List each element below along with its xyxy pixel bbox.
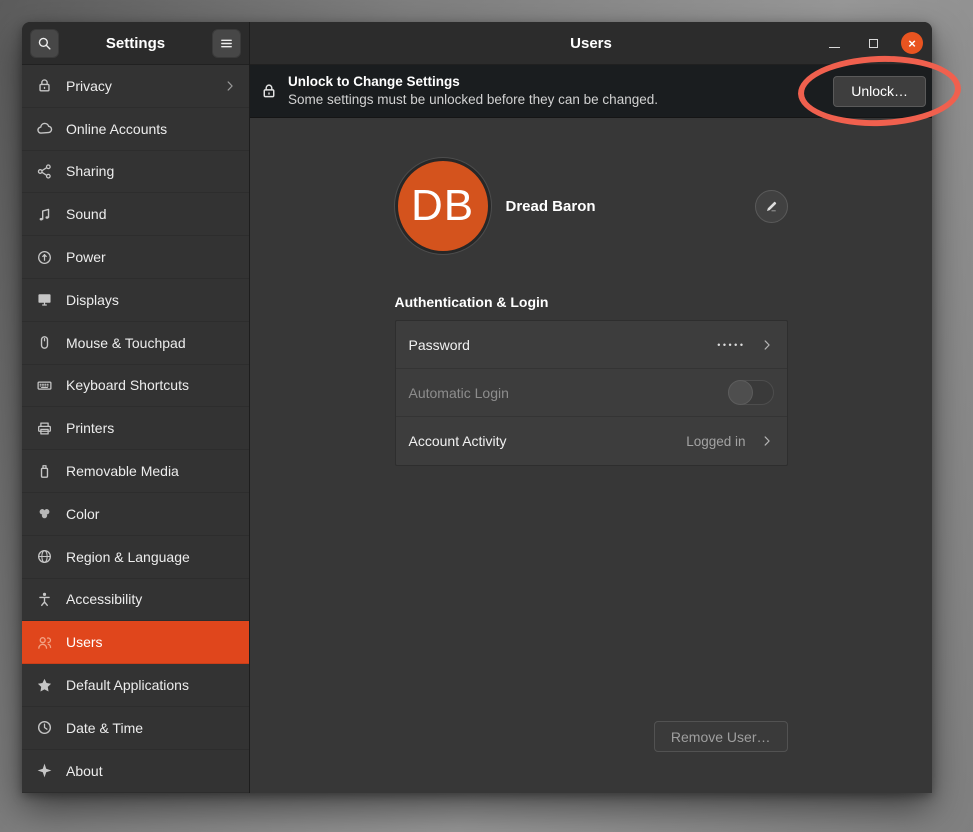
sidebar-item-privacy[interactable]: Privacy: [22, 65, 249, 108]
pencil-icon: [764, 199, 779, 214]
maximize-icon: [869, 39, 878, 48]
automatic-login-toggle[interactable]: [728, 380, 774, 405]
search-button[interactable]: [30, 29, 59, 58]
unlock-banner-subtitle: Some settings must be unlocked before th…: [288, 91, 658, 109]
account-activity-label: Account Activity: [409, 433, 507, 449]
printer-icon: [36, 420, 53, 437]
sidebar-item-online-accounts[interactable]: Online Accounts: [22, 108, 249, 151]
sidebar-item-date-time[interactable]: Date & Time: [22, 707, 249, 750]
sidebar-item-label: Region & Language: [66, 549, 190, 565]
menu-button[interactable]: [212, 29, 241, 58]
account-activity-value: Logged in: [686, 434, 745, 449]
users-content: DB Dread Baron Authentication & Login Pa…: [250, 118, 932, 793]
sidebar-item-power[interactable]: Power: [22, 236, 249, 279]
cloud-icon: [36, 120, 53, 137]
unlock-banner: Unlock to Change Settings Some settings …: [250, 65, 932, 118]
keyboard-icon: [36, 377, 53, 394]
globe-icon: [36, 548, 53, 565]
settings-window: Settings Privacy Online Accounts Sharing So…: [22, 22, 932, 793]
sidebar-item-label: Privacy: [66, 78, 112, 94]
sidebar-item-label: About: [66, 763, 103, 779]
sidebar-item-color[interactable]: Color: [22, 493, 249, 536]
automatic-login-row: Automatic Login: [396, 369, 787, 417]
minimize-button[interactable]: [823, 32, 845, 54]
auth-section-heading: Authentication & Login: [395, 294, 788, 310]
sidebar-item-label: Keyboard Shortcuts: [66, 377, 189, 393]
auth-card: Password ••••• Automatic Login Accou: [395, 320, 788, 466]
sound-icon: [36, 206, 53, 223]
sidebar-item-label: Printers: [66, 420, 114, 436]
sidebar-headerbar: Settings: [22, 22, 249, 65]
main-panel: Users × Unlock to Change Settings Some s…: [250, 22, 932, 793]
sidebar-item-label: Color: [66, 506, 99, 522]
maximize-button[interactable]: [862, 32, 884, 54]
user-name: Dread Baron: [506, 198, 596, 215]
sidebar-item-label: Accessibility: [66, 591, 142, 607]
edit-name-button[interactable]: [755, 190, 788, 223]
search-icon: [37, 36, 52, 51]
lock-icon: [260, 82, 278, 100]
sidebar-item-sharing[interactable]: Sharing: [22, 151, 249, 194]
sidebar-item-displays[interactable]: Displays: [22, 279, 249, 322]
sidebar-item-label: Displays: [66, 292, 119, 308]
unlock-button[interactable]: Unlock…: [833, 76, 926, 107]
password-dots: •••••: [717, 340, 745, 350]
remove-user-button[interactable]: Remove User…: [654, 721, 788, 752]
window-controls: ×: [823, 32, 923, 54]
sidebar-item-users[interactable]: Users: [22, 621, 249, 664]
automatic-login-label: Automatic Login: [409, 385, 509, 401]
star-icon: [36, 677, 53, 694]
sidebar-item-removable-media[interactable]: Removable Media: [22, 450, 249, 493]
sidebar-item-sound[interactable]: Sound: [22, 193, 249, 236]
sidebar-item-label: Power: [66, 249, 106, 265]
power-icon: [36, 249, 53, 266]
password-label: Password: [409, 337, 470, 353]
share-icon: [36, 163, 53, 180]
chevron-right-icon: [223, 79, 237, 93]
accessibility-icon: [36, 591, 53, 608]
sidebar-item-accessibility[interactable]: Accessibility: [22, 579, 249, 622]
unlock-banner-text: Unlock to Change Settings Some settings …: [288, 73, 658, 108]
sidebar-item-default-applications[interactable]: Default Applications: [22, 664, 249, 707]
sidebar-item-about[interactable]: About: [22, 750, 249, 793]
hamburger-menu-icon: [219, 36, 234, 51]
sidebar-item-label: Removable Media: [66, 463, 179, 479]
clock-icon: [36, 719, 53, 736]
toggle-knob: [728, 380, 753, 405]
sidebar-title: Settings: [59, 35, 212, 52]
account-activity-row[interactable]: Account Activity Logged in: [396, 417, 787, 465]
close-button[interactable]: ×: [901, 32, 923, 54]
sidebar-item-label: Users: [66, 634, 103, 650]
sidebar-item-label: Default Applications: [66, 677, 189, 693]
chevron-right-icon: [760, 434, 774, 448]
sidebar-item-label: Mouse & Touchpad: [66, 335, 186, 351]
chevron-right-icon: [760, 338, 774, 352]
sidebar-item-label: Sound: [66, 206, 106, 222]
password-row[interactable]: Password •••••: [396, 321, 787, 369]
sidebar-item-mouse-touchpad[interactable]: Mouse & Touchpad: [22, 322, 249, 365]
sidebar-item-label: Date & Time: [66, 720, 143, 736]
unlock-banner-title: Unlock to Change Settings: [288, 73, 658, 91]
sidebar-item-printers[interactable]: Printers: [22, 407, 249, 450]
display-icon: [36, 291, 53, 308]
user-profile: DB Dread Baron: [395, 158, 788, 254]
avatar[interactable]: DB: [395, 158, 491, 254]
sidebar-item-label: Online Accounts: [66, 121, 167, 137]
minimize-icon: [829, 47, 840, 48]
color-icon: [36, 505, 53, 522]
sidebar-item-region-language[interactable]: Region & Language: [22, 536, 249, 579]
mouse-icon: [36, 334, 53, 351]
removable-media-icon: [36, 463, 53, 480]
sidebar-list: Privacy Online Accounts Sharing Sound Power D…: [22, 65, 249, 793]
users-icon: [36, 634, 53, 651]
sidebar-item-keyboard-shortcuts[interactable]: Keyboard Shortcuts: [22, 365, 249, 408]
lock-icon: [36, 77, 53, 94]
sidebar: Settings Privacy Online Accounts Sharing So…: [22, 22, 250, 793]
titlebar[interactable]: Users ×: [250, 22, 932, 65]
sidebar-item-label: Sharing: [66, 163, 114, 179]
sparkle-icon: [36, 762, 53, 779]
close-icon: ×: [908, 37, 916, 50]
